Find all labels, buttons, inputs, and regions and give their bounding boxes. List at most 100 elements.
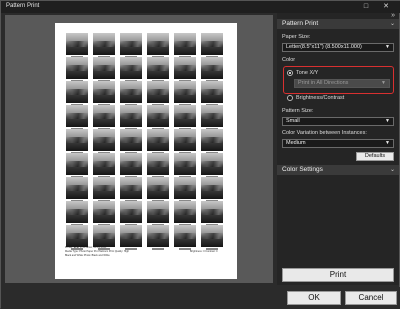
- pattern-thumbnail: [66, 81, 88, 103]
- pattern-thumbnail: [120, 33, 142, 55]
- pattern-thumbnail: [147, 129, 169, 151]
- pattern-thumbnail: [147, 225, 169, 247]
- pattern-thumbnail: [93, 129, 115, 151]
- chevron-down-icon: ⌄: [389, 21, 395, 27]
- preview-paper: Printer: ELEI 1700 driver, 01-22-0021 Me…: [55, 23, 237, 279]
- pattern-size-select[interactable]: Small ▼: [282, 117, 394, 126]
- thumbnail-caption: [206, 248, 218, 250]
- color-settings-title: Color Settings: [282, 166, 323, 173]
- variation-value: Medium: [286, 140, 306, 146]
- pattern-thumbnail: [120, 81, 142, 103]
- paper-footer-right: Brightness: 0 Contrast: 0: [190, 250, 218, 253]
- pattern-thumbnail: [174, 153, 196, 175]
- pattern-thumbnail: [66, 129, 88, 151]
- window-title: Pattern Print: [6, 3, 40, 9]
- print-button[interactable]: Print: [282, 268, 394, 282]
- pattern-thumbnail: [174, 129, 196, 151]
- pattern-thumbnail: [93, 33, 115, 55]
- pattern-thumbnail: [93, 225, 115, 247]
- pattern-thumbnail: [174, 81, 196, 103]
- pattern-thumbnail: [120, 177, 142, 199]
- pattern-thumbnail: [201, 129, 223, 151]
- dropdown-arrow-icon: ▼: [385, 118, 390, 124]
- pattern-thumbnail: [66, 153, 88, 175]
- pattern-thumbnail: [66, 33, 88, 55]
- brightness-contrast-radio[interactable]: [287, 95, 293, 101]
- thumbnail-caption: [152, 248, 164, 250]
- pattern-thumbnail: [93, 57, 115, 79]
- color-label: Color: [282, 57, 296, 63]
- pattern-thumbnail: [120, 225, 142, 247]
- pattern-thumbnail: [174, 201, 196, 223]
- pattern-thumbnail: [66, 201, 88, 223]
- paper-size-select[interactable]: Letter(8.5"x11") (8.500x11.000) ▼: [282, 43, 394, 52]
- pattern-thumbnail: [93, 81, 115, 103]
- pattern-thumbnail: [66, 177, 88, 199]
- pattern-thumbnail: [174, 177, 196, 199]
- thumbnail-caption: [98, 248, 110, 250]
- paper-footer-line2: Media Type: Photo Paper Pro Platinum Pri…: [65, 250, 130, 253]
- cancel-button[interactable]: Cancel: [345, 291, 397, 305]
- dropdown-arrow-icon: ▼: [385, 140, 390, 146]
- ok-button[interactable]: OK: [287, 291, 341, 305]
- pattern-thumbnail: [120, 57, 142, 79]
- pattern-thumbnail: [93, 105, 115, 127]
- pattern-thumbnail: [174, 57, 196, 79]
- pattern-size-value: Small: [286, 118, 300, 124]
- variation-select[interactable]: Medium ▼: [282, 139, 394, 148]
- pattern-thumbnail: [93, 177, 115, 199]
- pattern-thumbnail: [93, 153, 115, 175]
- dropdown-arrow-icon: ▼: [381, 80, 386, 86]
- pattern-thumbnail: [201, 105, 223, 127]
- pattern-thumbnail: [201, 153, 223, 175]
- collapse-panel-icon[interactable]: »: [391, 12, 395, 19]
- pattern-thumbnail: [201, 177, 223, 199]
- pattern-thumbnail: [120, 129, 142, 151]
- section-title: Pattern Print: [282, 20, 319, 27]
- pattern-thumbnail: [66, 57, 88, 79]
- print-direction-select[interactable]: Print in All Directions ▼: [294, 79, 390, 88]
- pattern-thumbnail: [147, 33, 169, 55]
- pattern-thumbnail: [201, 33, 223, 55]
- paper-footer-line3: Black and White Photo: Black and White: [65, 254, 110, 257]
- pattern-thumbnail: [174, 33, 196, 55]
- pattern-thumbnail: [201, 201, 223, 223]
- pattern-thumbnail: [147, 81, 169, 103]
- title-bar: Pattern Print □ ✕: [1, 1, 400, 13]
- pattern-thumbnail: [147, 105, 169, 127]
- defaults-button[interactable]: Defaults: [356, 152, 394, 161]
- dialog-footer: OK Cancel: [1, 287, 400, 309]
- pattern-thumbnail: [174, 105, 196, 127]
- print-direction-value: Print in All Directions: [298, 80, 349, 86]
- pattern-thumbnail: [201, 225, 223, 247]
- pattern-print-header[interactable]: Pattern Print ⌄: [277, 19, 399, 29]
- color-settings-header[interactable]: Color Settings ⌄: [277, 165, 399, 175]
- pattern-thumbnail: [174, 225, 196, 247]
- pattern-size-label: Pattern Size:: [282, 108, 314, 114]
- pattern-print-window: Pattern Print □ ✕ Printer: ELEI 1700 dri…: [0, 0, 400, 309]
- thumbnail-caption: [71, 248, 83, 250]
- pattern-thumbnail: [66, 105, 88, 127]
- pattern-thumbnail: [147, 177, 169, 199]
- paper-size-value: Letter(8.5"x11") (8.500x11.000): [286, 44, 362, 50]
- pattern-thumbnail: [201, 57, 223, 79]
- tone-xy-label: Tone X/Y: [296, 70, 319, 76]
- pattern-thumbnail: [120, 153, 142, 175]
- tone-xy-radio[interactable]: [287, 70, 293, 76]
- restore-icon[interactable]: □: [359, 1, 373, 13]
- settings-panel: » Pattern Print ⌄ Paper Size: Letter(8.5…: [277, 12, 399, 285]
- brightness-contrast-label: Brightness/Contrast: [296, 95, 345, 101]
- print-preview-area: Printer: ELEI 1700 driver, 01-22-0021 Me…: [5, 15, 273, 283]
- pattern-thumbnail: [147, 57, 169, 79]
- thumbnail-caption: [179, 248, 191, 250]
- paper-size-label: Paper Size:: [282, 34, 311, 40]
- dropdown-arrow-icon: ▼: [385, 44, 390, 50]
- pattern-thumbnail: [147, 201, 169, 223]
- chevron-down-icon: ⌄: [389, 167, 395, 173]
- pattern-thumbnail: [93, 201, 115, 223]
- pattern-thumbnail: [120, 201, 142, 223]
- pattern-thumbnail: [66, 225, 88, 247]
- variation-label: Color Variation between Instances:: [282, 130, 367, 136]
- pattern-thumbnail: [120, 105, 142, 127]
- thumbnail-caption: [125, 248, 137, 250]
